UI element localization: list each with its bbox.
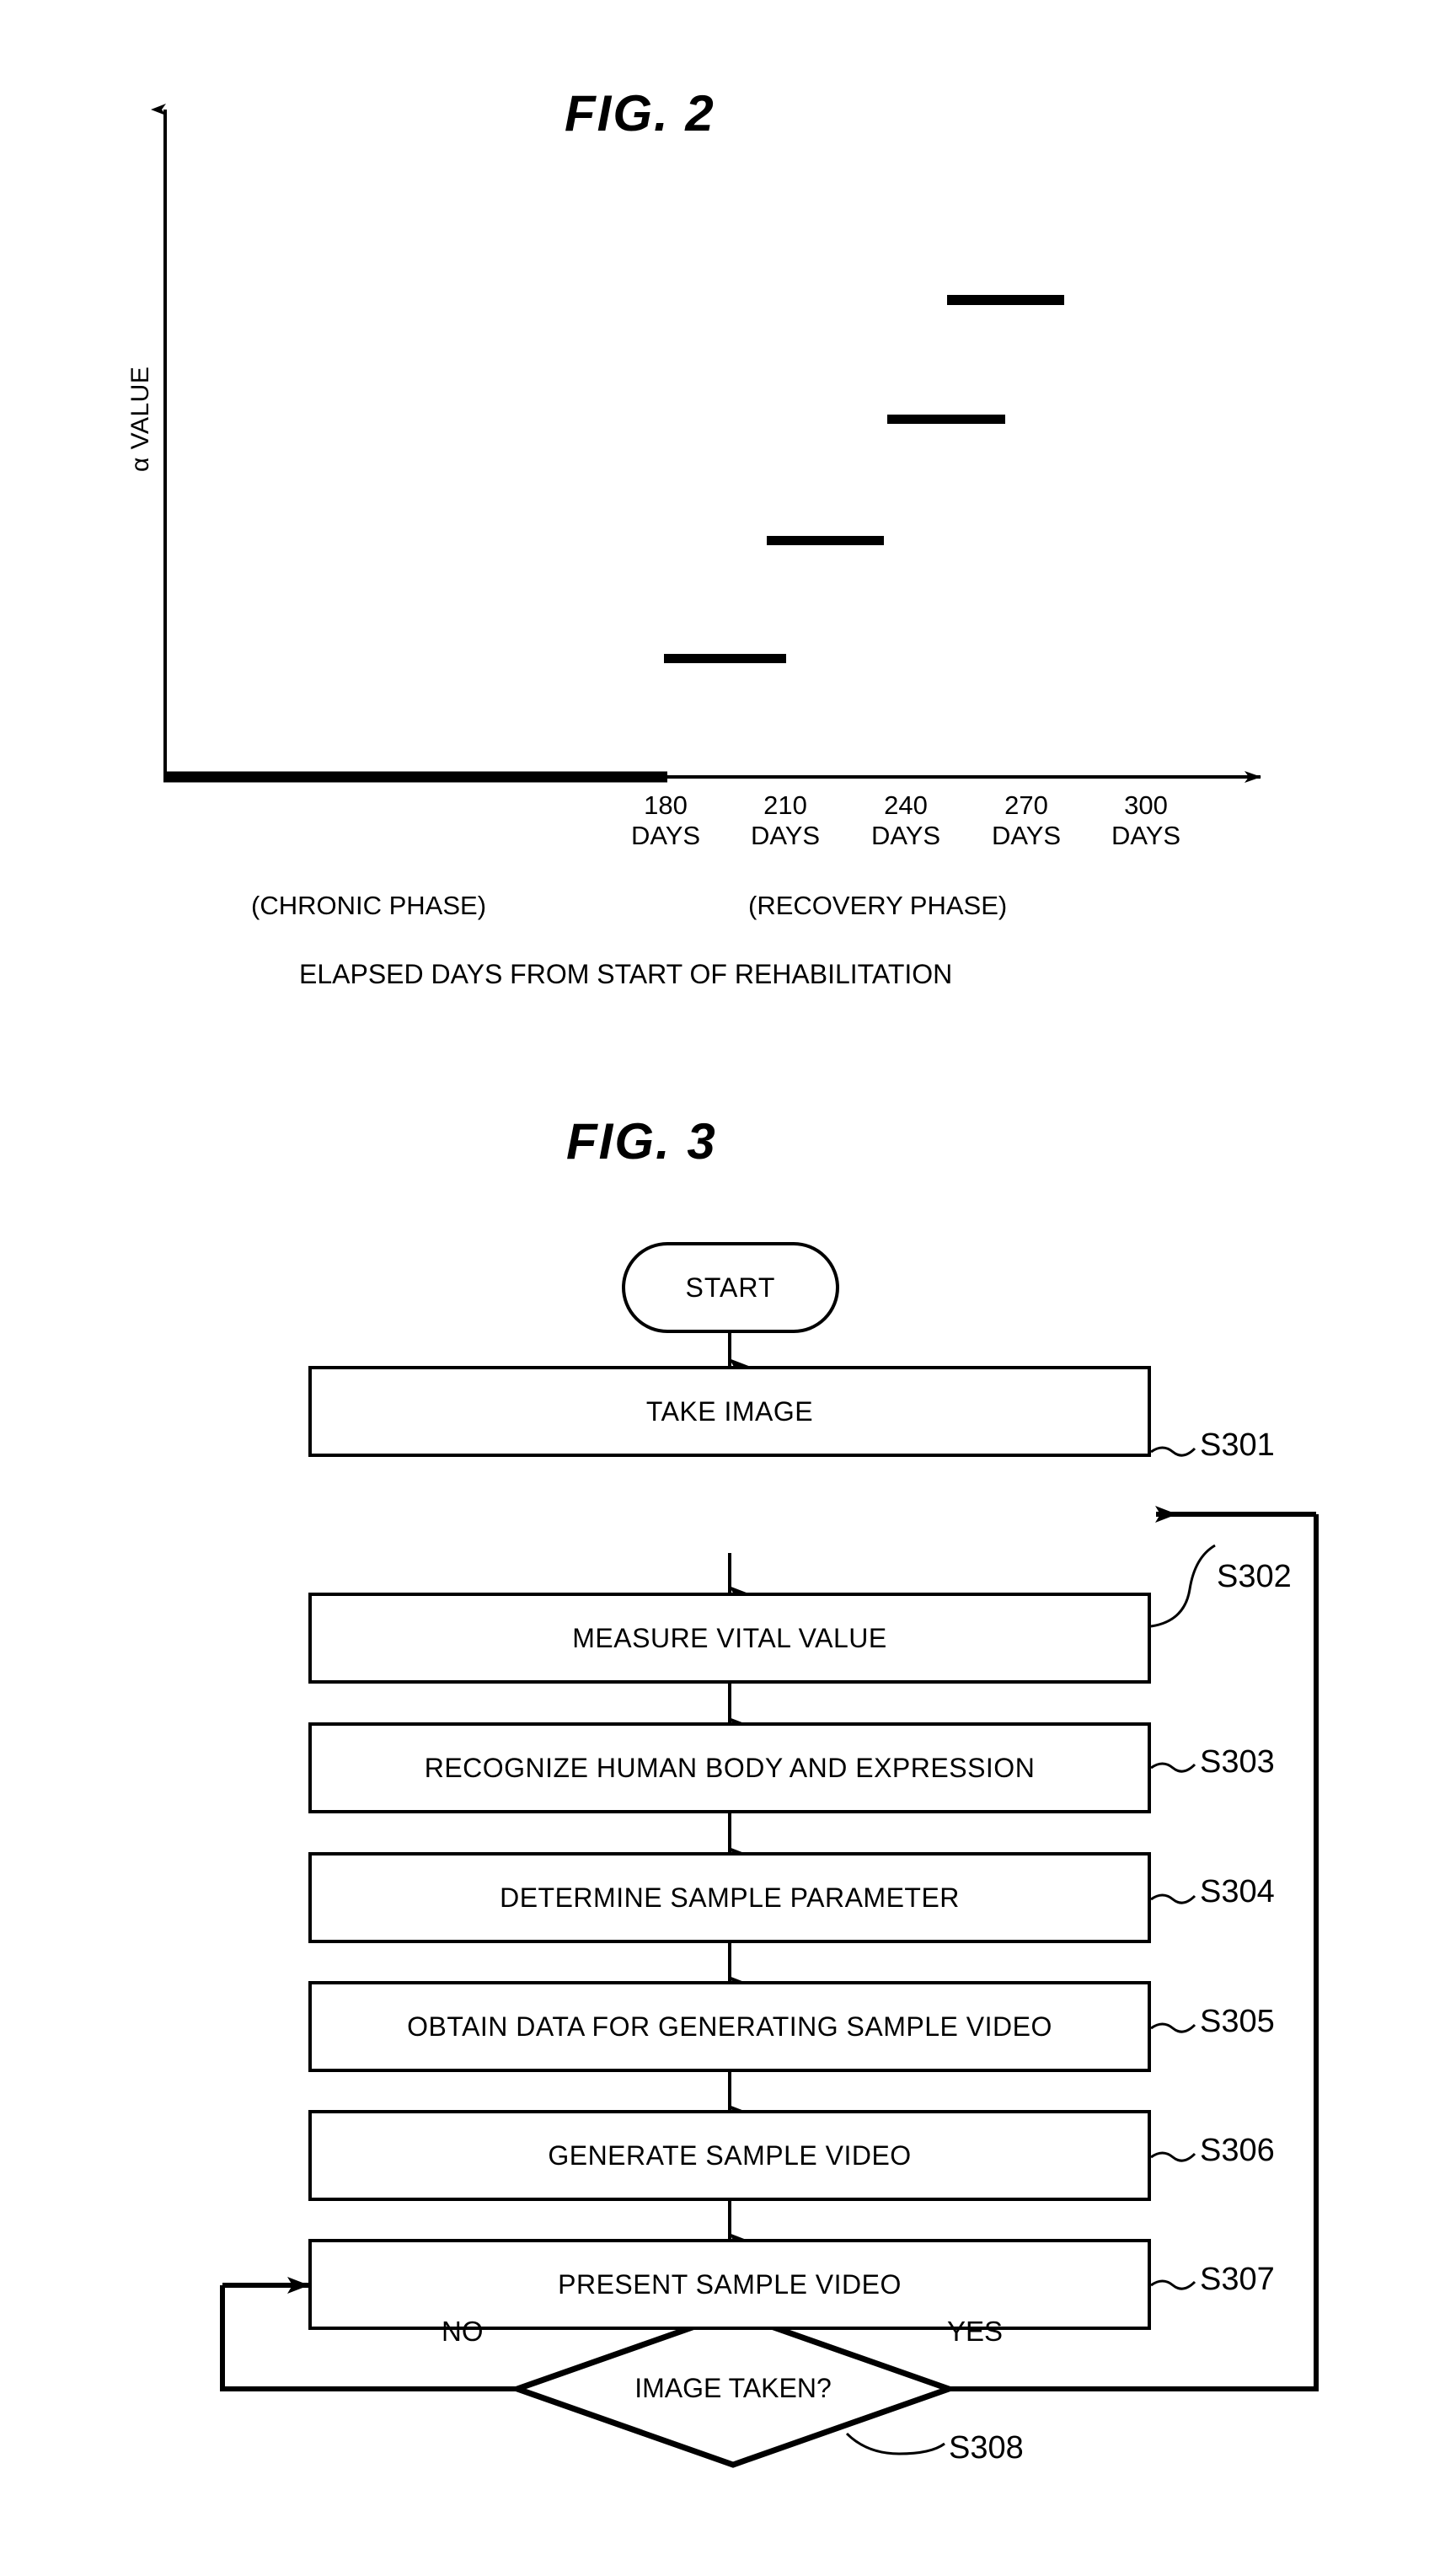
leader-s308 [845, 2432, 945, 2455]
leader-s307 [1150, 2279, 1196, 2290]
start-terminator[interactable]: START [622, 1242, 839, 1333]
step-tag-s307: S307 [1200, 2262, 1275, 2297]
step-tag-s308: S308 [949, 2430, 1024, 2466]
process-box-s303[interactable]: RECOGNIZE HUMAN BODY AND EXPRESSION [308, 1722, 1151, 1813]
decision-label: IMAGE TAKEN? [634, 2373, 832, 2403]
process-box-s302[interactable]: MEASURE VITAL VALUE [308, 1593, 1151, 1684]
process-label-s306: GENERATE SAMPLE VIDEO [548, 2139, 912, 2171]
leader-s301 [1150, 1446, 1196, 1457]
process-label-s302: MEASURE VITAL VALUE [572, 1622, 887, 1653]
process-box-s301[interactable]: TAKE IMAGE [308, 1366, 1151, 1457]
start-label: START [685, 1272, 776, 1303]
leader-s302 [1150, 1544, 1216, 1628]
process-label-s307: PRESENT SAMPLE VIDEO [558, 2268, 902, 2300]
process-label-s303: RECOGNIZE HUMAN BODY AND EXPRESSION [424, 1752, 1036, 1783]
step-tag-s305: S305 [1200, 2004, 1275, 2039]
process-box-s305[interactable]: OBTAIN DATA FOR GENERATING SAMPLE VIDEO [308, 1981, 1151, 2072]
step-tag-s306: S306 [1200, 2133, 1275, 2168]
process-box-s307[interactable]: PRESENT SAMPLE VIDEO [308, 2239, 1151, 2330]
step-tag-s304: S304 [1200, 1874, 1275, 1909]
step-tag-s303: S303 [1200, 1744, 1275, 1780]
leader-s304 [1150, 1893, 1196, 1904]
process-box-s304[interactable]: DETERMINE SAMPLE PARAMETER [308, 1852, 1151, 1943]
process-label-s301: TAKE IMAGE [645, 1395, 814, 1427]
step-tag-s301: S301 [1200, 1427, 1275, 1463]
leader-s306 [1150, 2151, 1196, 2162]
leader-s305 [1150, 2022, 1196, 2033]
patent-figure-page: FIG. 2 α VALUE 180 DAYS 210 DAYS 240 DAY… [0, 0, 1456, 2549]
branch-label-yes: YES [947, 2316, 1004, 2347]
process-label-s304: DETERMINE SAMPLE PARAMETER [500, 1882, 960, 1913]
branch-label-no: NO [442, 2316, 484, 2347]
step-tag-s302: S302 [1217, 1559, 1292, 1594]
process-box-s306[interactable]: GENERATE SAMPLE VIDEO [308, 2110, 1151, 2201]
leader-s303 [1150, 1762, 1196, 1773]
process-label-s305: OBTAIN DATA FOR GENERATING SAMPLE VIDEO [407, 2011, 1052, 2042]
